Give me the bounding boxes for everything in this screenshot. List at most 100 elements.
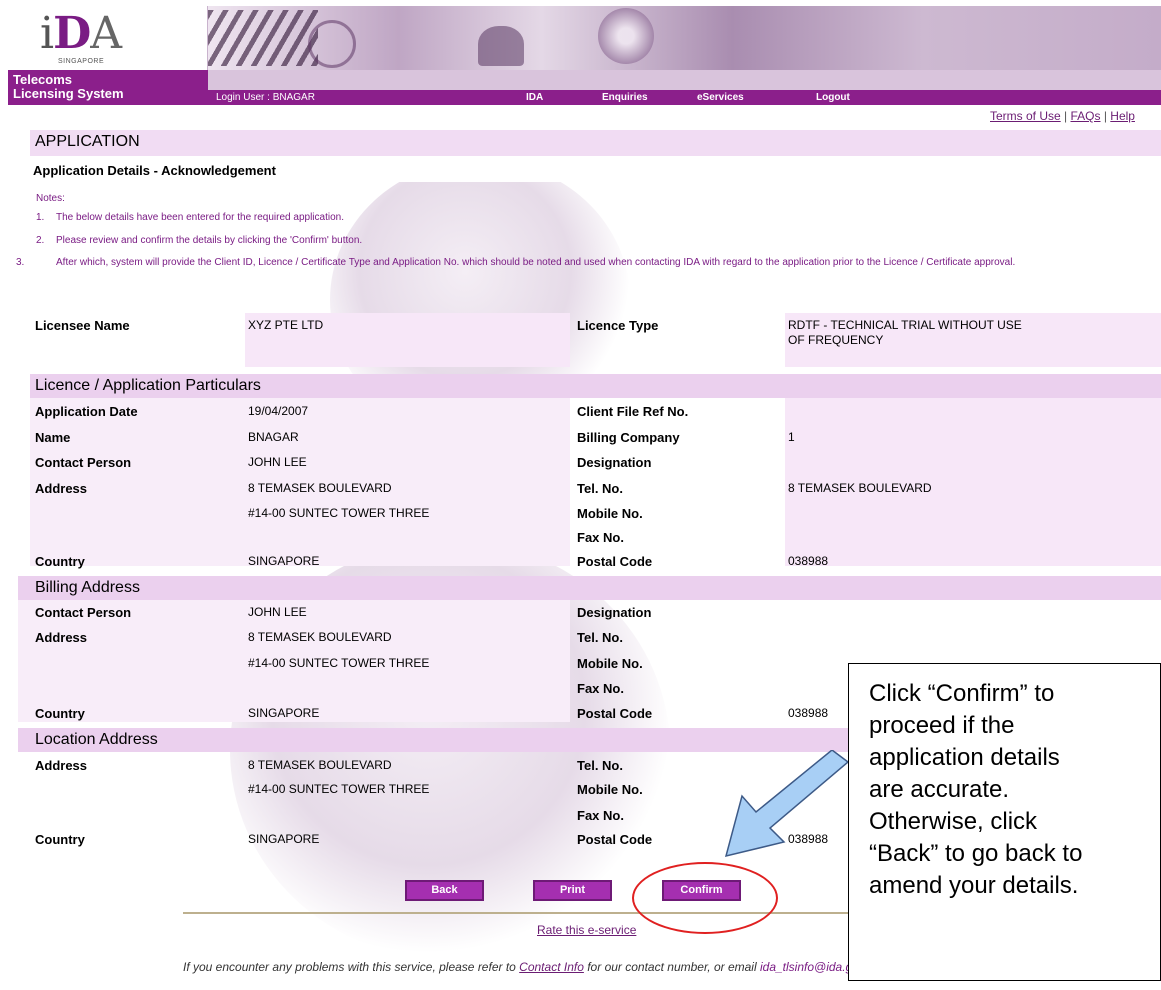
- billing-country-value: SINGAPORE: [248, 706, 320, 720]
- satellite-dish-image: [308, 20, 356, 68]
- logo-d: D: [53, 8, 91, 59]
- billing-section-title: Billing Address: [35, 579, 140, 596]
- instruction-callout: Click “Confirm” to proceed if the applic…: [848, 663, 1161, 981]
- terms-of-use-link[interactable]: Terms of Use: [990, 109, 1061, 123]
- contact-info-link[interactable]: Contact Info: [519, 960, 584, 974]
- location-section-title: Location Address: [35, 731, 158, 748]
- billing-address-line1: 8 TEMASEK BOULEVARD: [248, 630, 392, 644]
- client-file-ref-label: Client File Ref No.: [577, 404, 689, 419]
- footer-help-text: If you encounter any problems with this …: [183, 960, 880, 974]
- location-postal-code-label: Postal Code: [577, 832, 653, 847]
- footer-text-part2: for our contact number, or email: [583, 960, 760, 974]
- callout-line: Otherwise, click: [869, 808, 1038, 835]
- name-value: BNAGAR: [248, 430, 299, 444]
- licensee-name-label: Licensee Name: [35, 318, 130, 333]
- callout-line: “Back” to go back to: [869, 840, 1083, 867]
- licensee-name-value: XYZ PTE LTD: [248, 318, 324, 332]
- location-country-label: Country: [35, 832, 85, 847]
- particulars-section-title: Licence / Application Particulars: [35, 377, 261, 394]
- notes-title: Notes:: [36, 193, 65, 204]
- billing-company-value: 1: [788, 430, 795, 444]
- nav-eservices[interactable]: eServices: [697, 90, 744, 105]
- logo-a: A: [90, 8, 122, 59]
- link-separator: |: [1100, 109, 1111, 123]
- note-text: After which, system will provide the Cli…: [56, 257, 1016, 268]
- page-title: APPLICATION: [35, 133, 140, 150]
- nav-bar: [208, 90, 1161, 105]
- contact-person-value: JOHN LEE: [248, 455, 307, 469]
- callout-line: proceed if the: [869, 712, 1015, 739]
- billing-address-line2: #14-00 SUNTEC TOWER THREE: [248, 656, 430, 670]
- page-subtitle: Application Details - Acknowledgement: [33, 163, 276, 178]
- print-button[interactable]: Print: [533, 880, 612, 901]
- nav-logout[interactable]: Logout: [816, 90, 850, 105]
- location-address-label: Address: [35, 758, 88, 773]
- note-item: 1. The below details have been entered fo…: [36, 211, 344, 225]
- billing-company-label: Billing Company: [577, 430, 680, 445]
- logo-i: i: [40, 8, 54, 59]
- location-fax-label: Fax No.: [577, 808, 624, 823]
- note-number: 2.: [36, 235, 45, 246]
- billing-country-label: Country: [35, 706, 85, 721]
- billing-fax-label: Fax No.: [577, 681, 624, 696]
- licence-type-label: Licence Type: [577, 318, 659, 333]
- postal-code-value: 038988: [788, 554, 829, 568]
- faqs-link[interactable]: FAQs: [1070, 109, 1100, 123]
- application-heading-band: [30, 130, 1161, 156]
- nav-enquiries[interactable]: Enquiries: [602, 90, 648, 105]
- satellite-dish-image: [598, 8, 654, 64]
- callout-line: application details: [869, 744, 1060, 771]
- note-number: 1.: [36, 212, 45, 223]
- address-label: Address: [35, 481, 88, 496]
- billing-mobile-label: Mobile No.: [577, 656, 643, 671]
- billing-address-label: Address: [35, 630, 88, 645]
- help-link[interactable]: Help: [1110, 109, 1135, 123]
- note-number: 3.: [16, 257, 25, 268]
- mobile-label: Mobile No.: [577, 506, 643, 521]
- contact-person-label: Contact Person: [35, 455, 132, 470]
- location-address-line2: #14-00 SUNTEC TOWER THREE: [248, 782, 430, 796]
- rate-e-service-link[interactable]: Rate this e-service: [537, 923, 636, 937]
- ida-logo[interactable]: iDA SINGAPORE: [8, 6, 208, 70]
- top-links: Terms of Use | FAQs | Help: [990, 109, 1135, 123]
- footer-text-part1: If you encounter any problems with this …: [183, 960, 520, 974]
- application-date-label: Application Date: [35, 404, 138, 419]
- billing-tel-label: Tel. No.: [577, 630, 623, 645]
- billing-contact-person-value: JOHN LEE: [248, 605, 307, 619]
- satellite-dish-image: [478, 26, 524, 66]
- billing-header-band: [18, 576, 1161, 600]
- back-button[interactable]: Back: [405, 880, 484, 901]
- logo-subtitle: SINGAPORE: [58, 58, 105, 65]
- login-user-label: Login User : BNAGAR: [216, 92, 315, 103]
- country-label: Country: [35, 554, 85, 569]
- banner-decoration: [208, 10, 318, 66]
- link-separator: |: [1060, 109, 1071, 123]
- nav-ida[interactable]: IDA: [526, 90, 543, 105]
- location-country-value: SINGAPORE: [248, 832, 320, 846]
- callout-line: amend your details.: [869, 872, 1079, 899]
- callout-line: are accurate.: [869, 776, 1010, 803]
- country-value: SINGAPORE: [248, 554, 320, 568]
- callout-arrow-icon: [724, 750, 850, 858]
- billing-postal-code-value: 038988: [788, 706, 829, 720]
- confirm-highlight-circle: [632, 862, 778, 934]
- location-address-line1: 8 TEMASEK BOULEVARD: [248, 758, 392, 772]
- note-text: Please review and confirm the details by…: [56, 235, 363, 246]
- site-header: iDA SINGAPORE Telecoms Licensing System …: [8, 6, 1161, 105]
- system-title-line2: Licensing System: [13, 86, 124, 101]
- location-mobile-label: Mobile No.: [577, 782, 643, 797]
- application-date-value: 19/04/2007: [248, 404, 309, 418]
- callout-line: Click “Confirm” to: [869, 680, 1055, 707]
- note-text: The below details have been entered for …: [56, 212, 344, 223]
- address-line2: #14-00 SUNTEC TOWER THREE: [248, 506, 430, 520]
- location-tel-label: Tel. No.: [577, 758, 623, 773]
- licence-type-value-cont: OF FREQUENCY: [788, 333, 884, 347]
- tel-value: 8 TEMASEK BOULEVARD: [788, 481, 932, 495]
- address-line1: 8 TEMASEK BOULEVARD: [248, 481, 392, 495]
- designation-label: Designation: [577, 455, 652, 470]
- billing-designation-label: Designation: [577, 605, 652, 620]
- postal-code-label: Postal Code: [577, 554, 653, 569]
- name-label: Name: [35, 430, 71, 445]
- fax-label: Fax No.: [577, 530, 624, 545]
- licence-type-value: RDTF - TECHNICAL TRIAL WITHOUT USE: [788, 318, 1022, 332]
